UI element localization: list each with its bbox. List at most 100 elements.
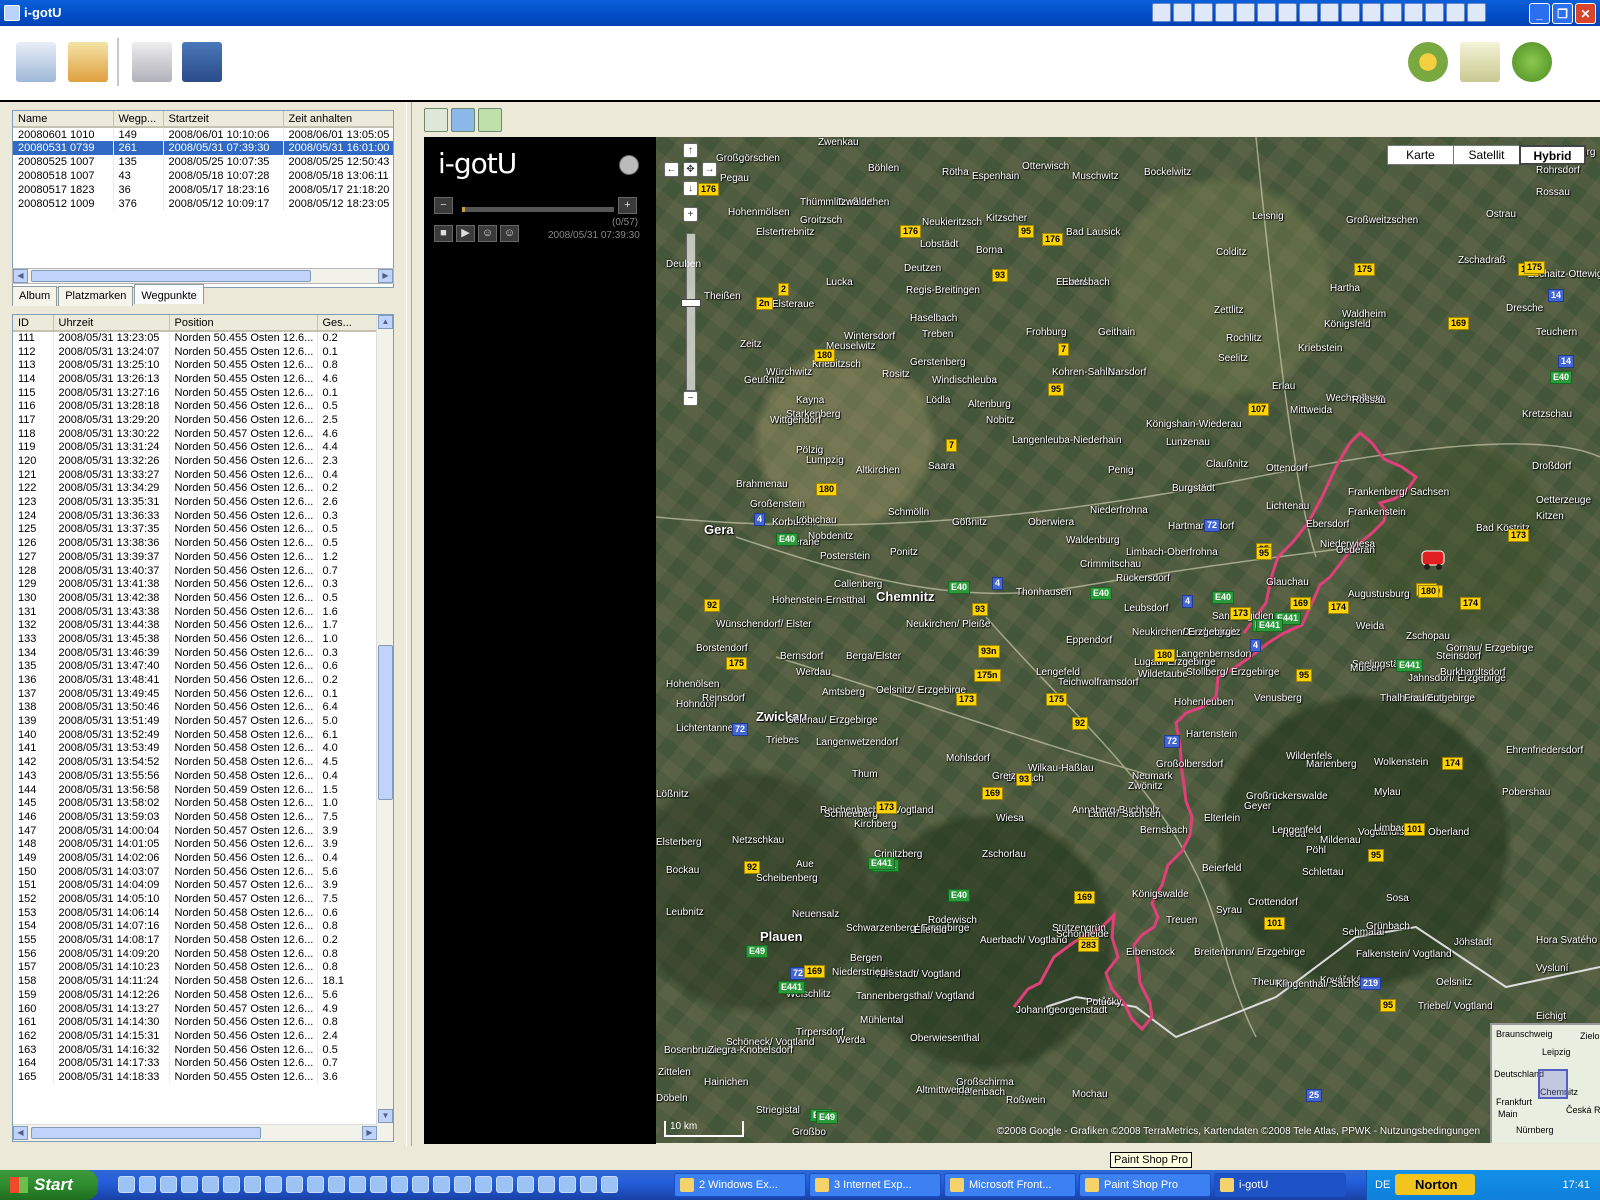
map-type-hybrid[interactable]: Hybrid (1519, 145, 1586, 165)
waypoint-hscroll[interactable]: ◀ ▶ (13, 1124, 377, 1141)
walk-speed-icon[interactable]: ☺ (478, 225, 497, 242)
waypoint-column-header[interactable]: Ges... (317, 315, 378, 332)
quicklaunch-icon[interactable] (202, 1176, 219, 1193)
tray-icon[interactable] (1320, 3, 1339, 22)
quicklaunch-icon[interactable] (454, 1176, 471, 1193)
taskbtn-igotu[interactable]: i-gotU (1214, 1173, 1346, 1197)
waypoint-row[interactable]: 137 2008/05/31 13:49:45 Norden 50.456 Oste… (13, 686, 378, 701)
tray-icon[interactable] (1341, 3, 1360, 22)
tray-icon[interactable] (1152, 3, 1171, 22)
quicklaunch-icon[interactable] (538, 1176, 555, 1193)
pan-down-icon[interactable]: ↓ (683, 181, 698, 196)
close-button[interactable]: ✕ (1575, 3, 1596, 24)
quicklaunch-icon[interactable] (370, 1176, 387, 1193)
waypoint-row[interactable]: 158 2008/05/31 14:11:24 Norden 50.458 Oste… (13, 974, 378, 988)
waypoint-row[interactable]: 159 2008/05/31 14:12:26 Norden 50.458 Oste… (13, 988, 378, 1002)
scroll-thumb[interactable] (378, 645, 393, 800)
track-column-header[interactable]: Startzeit (163, 111, 284, 128)
download-icon[interactable] (16, 42, 56, 82)
waypoint-column-header[interactable]: Position (169, 315, 318, 332)
quicklaunch-icon[interactable] (328, 1176, 345, 1193)
quicklaunch-icon[interactable] (244, 1176, 261, 1193)
waypoint-row[interactable]: 148 2008/05/31 14:01:05 Norden 50.456 Oste… (13, 837, 378, 852)
tray-icon[interactable] (1257, 3, 1276, 22)
maximize-button[interactable]: ❐ (1552, 3, 1573, 24)
quicklaunch-icon[interactable] (118, 1176, 135, 1193)
gear-icon[interactable] (1408, 42, 1448, 82)
overview-viewport[interactable] (1538, 1069, 1568, 1099)
waypoint-row[interactable]: 126 2008/05/31 13:38:36 Norden 50.456 Oste… (13, 536, 378, 550)
playback-slider[interactable] (462, 207, 614, 212)
tray-icon[interactable] (1215, 3, 1234, 22)
tray-icon[interactable] (1467, 3, 1486, 22)
track-row[interactable]: 20080517 1823 36 2008/05/17 18:23:16 2008/0… (13, 183, 393, 197)
tray-icon[interactable] (1278, 3, 1297, 22)
tray-icon[interactable] (1362, 3, 1381, 22)
track-row[interactable]: 20080531 0739 261 2008/05/31 07:39:30 2008/… (13, 141, 393, 155)
quicklaunch-icon[interactable] (139, 1176, 156, 1193)
scroll-thumb[interactable] (31, 1127, 261, 1139)
map-view-icon[interactable] (478, 108, 502, 132)
quicklaunch-icon[interactable] (601, 1176, 618, 1193)
scroll-left-icon[interactable]: ◀ (13, 269, 28, 283)
waypoint-row[interactable]: 139 2008/05/31 13:51:49 Norden 50.457 Oste… (13, 714, 378, 728)
tray-icon[interactable] (1299, 3, 1318, 22)
quicklaunch-icon[interactable] (307, 1176, 324, 1193)
waypoint-row[interactable]: 114 2008/05/31 13:26:13 Norden 50.455 Oste… (13, 372, 378, 386)
waypoint-row[interactable]: 160 2008/05/31 14:13:27 Norden 50.457 Oste… (13, 1001, 378, 1016)
track-row[interactable]: 20080601 1010 149 2008/06/01 10:10:06 2008/… (13, 127, 393, 141)
quicklaunch-icon[interactable] (181, 1176, 198, 1193)
taskbtn-paint-shop-pro[interactable]: Paint Shop Pro (1079, 1173, 1211, 1197)
waypoint-row[interactable]: 131 2008/05/31 13:43:38 Norden 50.456 Oste… (13, 604, 378, 619)
waypoint-row[interactable]: 133 2008/05/31 13:45:38 Norden 50.456 Oste… (13, 632, 378, 646)
waypoint-row[interactable]: 116 2008/05/31 13:28:18 Norden 50.456 Oste… (13, 399, 378, 414)
pan-center-icon[interactable]: ✥ (683, 162, 698, 177)
waypoint-row[interactable]: 152 2008/05/31 14:05:10 Norden 50.457 Oste… (13, 892, 378, 906)
waypoint-row[interactable]: 121 2008/05/31 13:33:27 Norden 50.456 Oste… (13, 467, 378, 482)
waypoint-row[interactable]: 143 2008/05/31 13:55:56 Norden 50.458 Oste… (13, 769, 378, 783)
waypoint-row[interactable]: 163 2008/05/31 14:16:32 Norden 50.456 Oste… (13, 1042, 378, 1057)
scroll-right-icon[interactable]: ▶ (378, 269, 393, 283)
waypoint-row[interactable]: 150 2008/05/31 14:03:07 Norden 50.456 Oste… (13, 864, 378, 879)
track-column-header[interactable]: Zeit anhalten (283, 111, 393, 128)
quicklaunch-icon[interactable] (496, 1176, 513, 1193)
scroll-down-icon[interactable]: ▼ (378, 1109, 393, 1123)
photo-view-icon[interactable] (451, 108, 475, 132)
waypoint-row[interactable]: 153 2008/05/31 14:06:14 Norden 50.458 Oste… (13, 905, 378, 920)
waypoint-row[interactable]: 118 2008/05/31 13:30:22 Norden 50.457 Oste… (13, 426, 378, 441)
eye-icon[interactable] (424, 108, 448, 132)
scroll-right-icon[interactable]: ▶ (362, 1126, 377, 1140)
scroll-up-icon[interactable]: ▲ (378, 315, 393, 329)
car-marker-icon[interactable] (1421, 550, 1445, 570)
map-copyright[interactable]: ©2008 Google - Grafiken ©2008 TerraMetri… (997, 1126, 1480, 1137)
overview-map[interactable]: Braunschweig Leipzig Zielo Deutschland Chemn… (1490, 1023, 1600, 1143)
run-speed-icon[interactable]: ☺ (500, 225, 519, 242)
waypoint-row[interactable]: 135 2008/05/31 13:47:40 Norden 50.456 Oste… (13, 659, 378, 674)
start-button[interactable]: Start (0, 1170, 98, 1200)
waypoint-row[interactable]: 128 2008/05/31 13:40:37 Norden 50.456 Oste… (13, 563, 378, 578)
waypoint-column-header[interactable]: Uhrzeit (53, 315, 170, 332)
scroll-thumb[interactable] (31, 270, 311, 282)
tray-icon[interactable] (1236, 3, 1255, 22)
map-view[interactable]: Zwenkau Großgörschen Böhlen Rötha Espenhain O… (656, 137, 1600, 1143)
pan-up-icon[interactable]: ↑ (683, 143, 698, 158)
minimize-button[interactable]: _ (1529, 3, 1550, 24)
waypoint-row[interactable]: 120 2008/05/31 13:32:26 Norden 50.456 Oste… (13, 454, 378, 468)
help-book-icon[interactable] (1460, 42, 1500, 82)
track-column-header[interactable]: Name (13, 111, 114, 128)
zoom-slider[interactable] (686, 233, 696, 391)
waypoint-row[interactable]: 147 2008/05/31 14:00:04 Norden 50.457 Oste… (13, 823, 378, 838)
waypoint-row[interactable]: 115 2008/05/31 13:27:16 Norden 50.455 Oste… (13, 385, 378, 400)
waypoint-row[interactable]: 130 2008/05/31 13:42:38 Norden 50.456 Oste… (13, 591, 378, 605)
quicklaunch-icon[interactable] (433, 1176, 450, 1193)
track-list-hscroll[interactable]: ◀ ▶ (12, 268, 394, 284)
waypoint-row[interactable]: 122 2008/05/31 13:34:29 Norden 50.456 Oste… (13, 481, 378, 496)
track-row[interactable]: 20080525 1007 135 2008/05/25 10:07:35 2008/… (13, 155, 393, 169)
waypoint-row[interactable]: 112 2008/05/31 13:24:07 Norden 50.455 Oste… (13, 344, 378, 359)
pan-left-icon[interactable]: ← (664, 162, 679, 177)
scroll-left-icon[interactable]: ◀ (13, 1126, 28, 1140)
waypoint-row[interactable]: 161 2008/05/31 14:14:30 Norden 50.456 Oste… (13, 1015, 378, 1030)
device-settings-icon[interactable] (132, 42, 172, 82)
track-row[interactable]: 20080512 1009 376 2008/05/12 10:09:17 2008/… (13, 197, 393, 211)
quicklaunch-icon[interactable] (559, 1176, 576, 1193)
